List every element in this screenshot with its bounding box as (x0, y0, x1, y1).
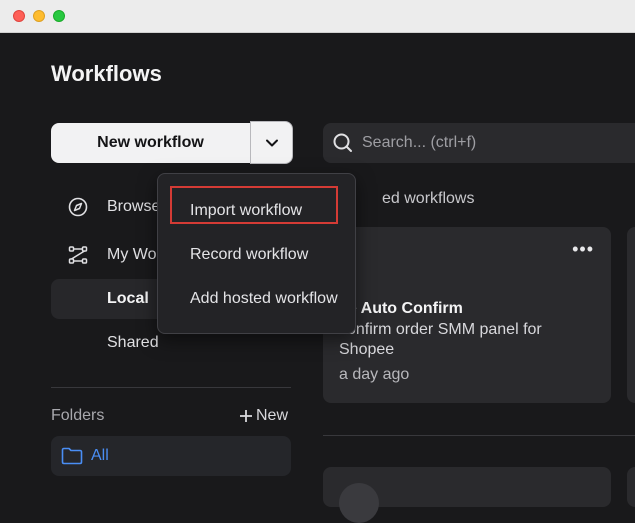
search-input[interactable]: Search... (ctrl+f) (323, 123, 635, 163)
sidebar-item-label: Browse (107, 198, 161, 215)
minimize-window-button[interactable] (33, 10, 45, 22)
workflow-timestamp: a day ago (339, 366, 410, 383)
highlight-box (170, 186, 338, 224)
folder-icon (61, 447, 83, 465)
menu-item-add-hosted-workflow[interactable]: Add hosted workflow (190, 290, 338, 308)
plus-icon (240, 410, 252, 422)
new-folder-label: New (256, 407, 289, 424)
zoom-window-button[interactable] (53, 10, 65, 22)
close-window-button[interactable] (13, 10, 25, 22)
workflow-card[interactable]: ••• ee Auto Confirm confirm order SMM pa… (323, 227, 611, 403)
workflow-icon-placeholder (339, 483, 379, 523)
workflow-icon (68, 246, 88, 264)
section-heading: ed workflows (382, 190, 475, 207)
new-folder-button[interactable]: New (239, 407, 288, 425)
compass-icon (68, 197, 88, 217)
folder-label: All (91, 447, 109, 464)
folder-item-all[interactable]: All (51, 436, 291, 476)
workflow-name: ee Auto Confirm (339, 300, 463, 317)
menu-item-record-workflow[interactable]: Record workflow (190, 246, 308, 264)
search-placeholder: Search... (ctrl+f) (362, 134, 477, 151)
sidebar-item-label: Local (107, 290, 149, 307)
more-options-icon[interactable]: ••• (572, 239, 594, 260)
workflow-card-partial[interactable] (627, 227, 635, 403)
sidebar-item-label: Shared (107, 334, 159, 351)
page-title: Workflows (51, 61, 162, 86)
workflow-card-partial[interactable] (323, 467, 611, 523)
search-icon (333, 133, 352, 152)
window-titlebar (0, 0, 635, 33)
sidebar-divider (51, 387, 291, 388)
new-workflow-button[interactable]: New workflow (51, 123, 250, 163)
chevron-down-icon (265, 139, 278, 146)
sidebar-item-label: My Wo (107, 246, 157, 263)
workflow-card-partial[interactable] (627, 467, 635, 507)
folders-heading: Folders (51, 407, 105, 424)
content-divider (323, 435, 635, 436)
new-workflow-dropdown-button[interactable] (250, 121, 293, 164)
new-workflow-label: New workflow (97, 134, 204, 151)
workflow-description: confirm order SMM panel for Shopee (339, 321, 542, 358)
